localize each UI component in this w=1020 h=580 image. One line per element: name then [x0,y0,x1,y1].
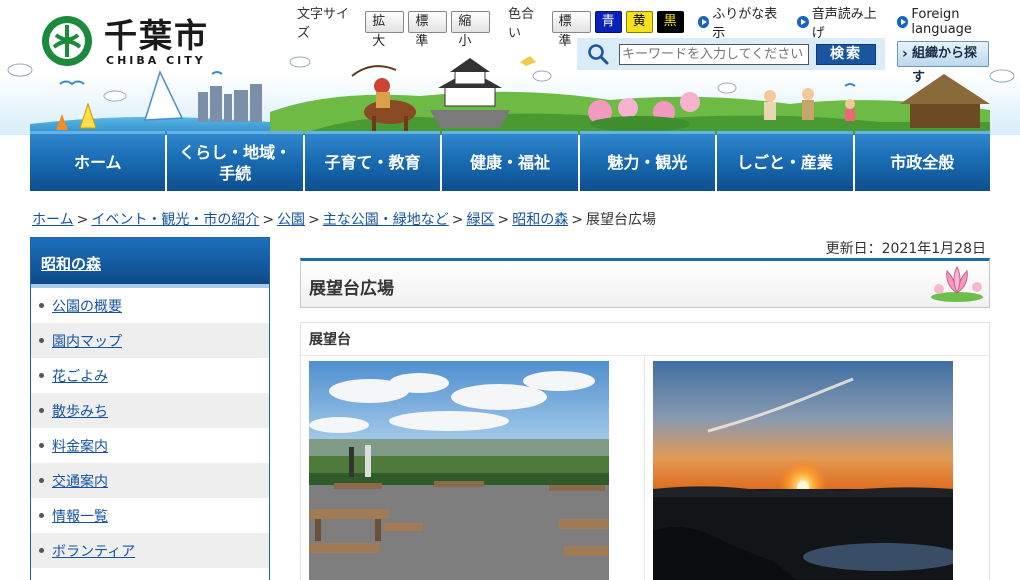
city-emblem-icon [42,16,92,66]
city-logo[interactable]: 千葉市 CHIBA CITY [40,14,210,70]
photo-cell-day [301,356,645,580]
content-section: 展望台 [300,322,990,580]
side-nav-list: 公園の概要 園内マップ 花ごよみ 散歩みち 料金案内 交通案内 情報一覧 ボラン… [31,288,269,568]
side-nav-link-map[interactable]: 園内マップ [52,331,122,351]
read-aloud-link[interactable]: 音声読み上げ [797,3,887,41]
breadcrumb-current: 展望台広場 [586,212,656,228]
section-title: 展望台 [301,323,989,356]
side-nav-link-access[interactable]: 交通案内 [52,471,108,491]
color-standard-button[interactable]: 標準 [551,11,591,49]
side-nav-link-overview[interactable]: 公園の概要 [52,296,122,316]
site-header: 千葉市 CHIBA CITY 文字サイズ 拡大 標準 縮小 色合い 標準 青 黄… [0,0,1020,135]
search-icon [588,44,609,65]
color-label: 色合い [507,7,534,41]
side-nav-link-fees[interactable]: 料金案内 [52,436,108,456]
bullet-icon [39,443,44,448]
side-nav-title[interactable]: 昭和の森 [31,238,269,288]
nav-living[interactable]: くらし・地域・ 手続 [167,131,303,191]
breadcrumb-parks[interactable]: 公園 [277,212,305,228]
side-nav-item-overview: 公園の概要 [31,288,269,323]
bullet-icon [39,408,44,413]
site-search: 検索 [577,38,885,70]
side-nav-item-volunteer: ボランティア [31,533,269,568]
foreign-language-link[interactable]: Foreign language [896,7,1020,37]
text-size-smaller-button[interactable]: 縮小 [451,11,491,49]
observation-deck-day-photo [309,361,609,580]
logo-name: 千葉市 [104,16,209,55]
bullet-icon [39,338,44,343]
nav-home[interactable]: ホーム [30,131,166,191]
breadcrumb: ホーム > イベント・観光・市の紹介 > 公園 > 主な公園・緑地など > 緑区 > 昭和の森 > 展望… [32,212,656,228]
color-yellow-button[interactable]: 黄 [625,11,653,33]
bullet-icon [39,513,44,518]
nav-living-label: くらし・地域・ 手続 [179,142,292,183]
nav-government-label: 市政全般 [890,153,955,172]
bullet-icon [39,548,44,553]
org-search-button[interactable]: 組織から探す [897,41,989,85]
read-aloud-label: 音声読み上げ [811,7,877,41]
color-blue-button[interactable]: 青 [594,11,622,33]
side-navigation: 昭和の森 公園の概要 園内マップ 花ごよみ 散歩みち 料金案内 交通案内 情報一… [30,237,270,580]
nav-attractions-tourism[interactable]: 魅力・観光 [579,131,716,191]
global-navigation: ホーム くらし・地域・ 手続 子育て・教育 健康・福祉 魅力・観光 しごと・産業… [30,131,990,191]
bullet-icon [39,373,44,378]
side-nav-link-flowers[interactable]: 花ごよみ [52,366,108,386]
furigana-link[interactable]: ふりがな表示 [697,3,788,41]
side-nav-link-walking[interactable]: 散歩みち [52,401,108,421]
page-title-box: 展望台広場 [300,258,990,308]
side-nav-item-flowers: 花ごよみ [31,358,269,393]
nav-childcare-education[interactable]: 子育て・教育 [304,131,441,191]
page-title: 展望台広場 [309,279,394,299]
play-arrow-icon [896,16,909,28]
play-arrow-icon [797,16,809,28]
nav-health-welfare[interactable]: 健康・福祉 [442,131,578,191]
text-size-larger-button[interactable]: 拡大 [365,11,405,49]
breadcrumb-midori-ward[interactable]: 緑区 [467,212,495,228]
color-black-button[interactable]: 黒 [656,11,684,33]
side-nav-item-map: 園内マップ [31,323,269,358]
breadcrumb-events[interactable]: イベント・観光・市の紹介 [91,212,259,228]
lotus-icon [931,265,983,302]
foreign-language-label: Foreign language [911,7,972,37]
accessibility-tools: 文字サイズ 拡大 標準 縮小 色合い 標準 青 黄 黒 ふりがな表示 音声読み上… [297,7,1020,49]
bullet-icon [39,478,44,483]
nav-city-government[interactable]: 市政全般 [854,131,990,191]
side-nav-item-walking: 散歩みち [31,393,269,428]
side-nav-item-access: 交通案内 [31,463,269,498]
updated-date: 更新日：2021年1月28日 [825,241,986,257]
text-size-label: 文字サイズ [297,7,350,41]
nav-work-label: しごと・産業 [736,153,833,172]
breadcrumb-home[interactable]: ホーム [32,212,74,228]
search-input[interactable] [619,44,809,65]
side-nav-item-fees: 料金案内 [31,428,269,463]
nav-childcare-label: 子育て・教育 [324,153,421,172]
side-nav-item-info: 情報一覧 [31,498,269,533]
nav-tourism-label: 魅力・観光 [607,153,688,172]
logo-subtitle: CHIBA CITY [106,54,206,67]
side-nav-link-volunteer[interactable]: ボランティア [52,541,135,561]
breadcrumb-main-parks[interactable]: 主な公園・緑地など [323,212,449,228]
side-nav-link-info[interactable]: 情報一覧 [52,506,108,526]
nav-work-industry[interactable]: しごと・産業 [717,131,853,191]
photo-cell-sunset [645,356,989,580]
bullet-icon [39,303,44,308]
nav-home-label: ホーム [73,153,122,172]
search-button[interactable]: 検索 [816,44,876,65]
breadcrumb-showa-no-mori[interactable]: 昭和の森 [512,212,568,228]
text-size-standard-button[interactable]: 標準 [408,11,448,49]
observation-deck-sunset-photo [653,361,953,580]
furigana-label: ふりがな表示 [712,7,778,41]
play-arrow-icon [697,16,710,28]
nav-health-label: 健康・福祉 [469,153,550,172]
